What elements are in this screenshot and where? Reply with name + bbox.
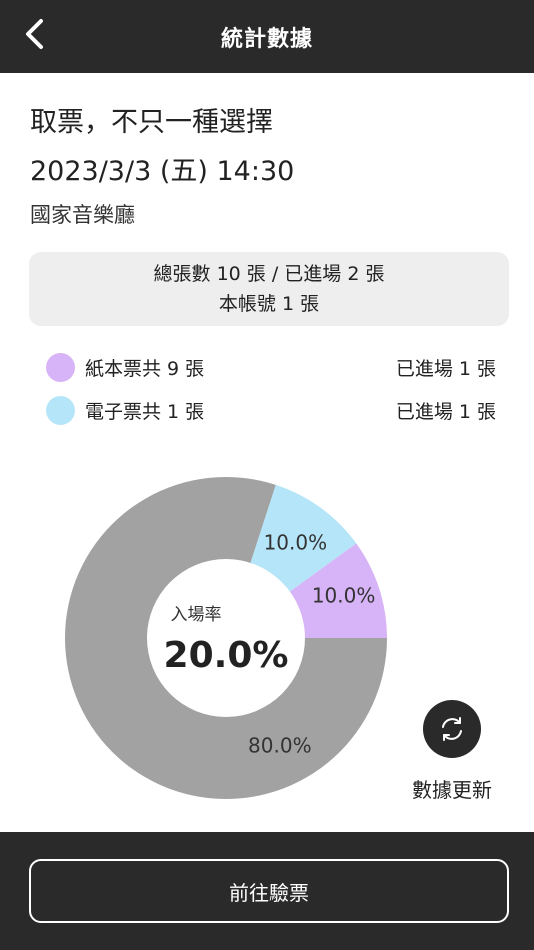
- refresh-button[interactable]: [423, 700, 481, 758]
- donut-chart-svg: 10.0% 10.0% 80.0% 入場率 20.0%: [65, 477, 388, 799]
- footer-bar: 前往驗票: [0, 832, 534, 950]
- legend-label: 電子票共 1 張: [85, 400, 205, 423]
- event-name: 取票，不只一種選擇: [30, 107, 273, 138]
- ticket-summary-box: 總張數 10 張 / 已進場 2 張 本帳號 1 張: [29, 252, 509, 326]
- center-caption: 入場率: [171, 605, 222, 625]
- summary-total-line: 總張數 10 張 / 已進場 2 張: [153, 263, 385, 285]
- slice-percent-label: 10.0%: [312, 584, 376, 608]
- statistics-screen: 統計數據 取票，不只一種選擇 2023/3/3 (五) 14:30 國家音樂廳 …: [0, 0, 534, 950]
- refresh-icon: [442, 717, 462, 741]
- event-datetime: 2023/3/3 (五) 14:30: [30, 156, 295, 187]
- paper-ticket-color-dot: [46, 352, 75, 382]
- legend-entered-count: 已進場 1 張: [395, 400, 496, 423]
- attendance-donut-chart: 10.0% 10.0% 80.0% 入場率 20.0%: [0, 440, 534, 830]
- back-button[interactable]: [14, 12, 54, 56]
- summary-account-line: 本帳號 1 張: [218, 293, 320, 315]
- legend-row-electronic: 電子票共 1 張 已進場 1 張: [46, 395, 496, 425]
- slice-percent-label: 80.0%: [248, 733, 312, 757]
- legend-row-paper: 紙本票共 9 張 已進場 1 張: [46, 352, 496, 382]
- electronic-ticket-color-dot: [46, 395, 75, 425]
- legend-entered-count: 已進場 1 張: [395, 357, 496, 380]
- go-to-verify-button[interactable]: 前往驗票: [29, 859, 509, 923]
- chevron-left-icon: [26, 19, 43, 49]
- header-bar: 統計數據: [0, 0, 534, 73]
- legend-label: 紙本票共 9 張: [85, 357, 205, 380]
- center-value: 20.0%: [164, 635, 289, 676]
- slice-percent-label: 10.0%: [264, 531, 328, 555]
- refresh-label: 數據更新: [412, 778, 492, 802]
- event-venue: 國家音樂廳: [30, 203, 135, 227]
- page-title: 統計數據: [220, 26, 313, 52]
